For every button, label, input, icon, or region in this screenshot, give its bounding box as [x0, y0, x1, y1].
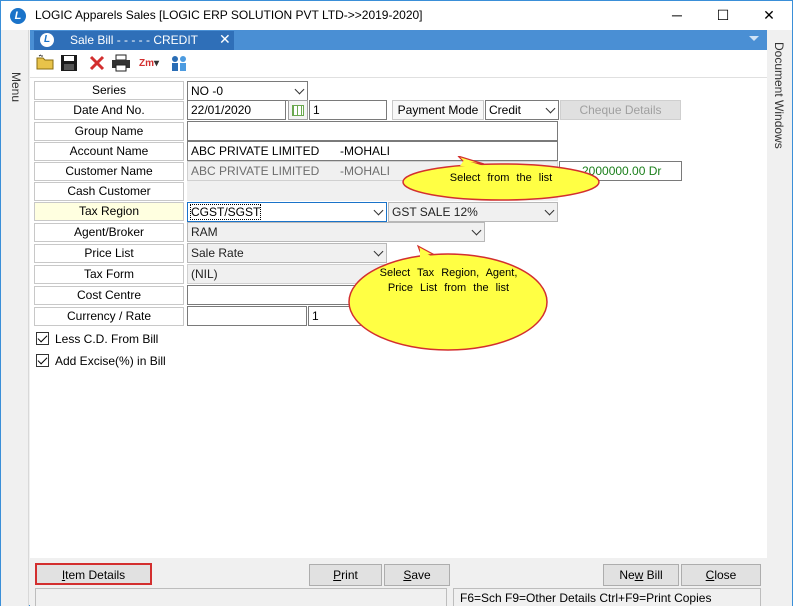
currency-input[interactable]	[187, 306, 307, 326]
account-name-label: Account Name	[34, 142, 184, 161]
bottom-bar: Item Details Print Save New Bill Close F…	[30, 558, 767, 606]
title-bar: L LOGIC Apparels Sales [LOGIC ERP SOLUTI…	[1, 1, 792, 30]
payment-mode-value: Credit	[489, 103, 522, 117]
payment-mode-select[interactable]: Credit	[485, 100, 559, 120]
tax-form-label: Tax Form	[34, 265, 184, 284]
rate-value: 1	[312, 309, 319, 323]
calendar-button[interactable]	[288, 100, 308, 120]
callout-select-tax	[348, 244, 548, 351]
checkmark-icon	[37, 354, 48, 365]
zoom-label: Zm	[138, 58, 154, 69]
status-left	[35, 588, 447, 606]
new-bill-label: New Bill	[619, 568, 663, 582]
close-label: Close	[705, 568, 737, 582]
zoom-icon[interactable]: Zm▾	[134, 54, 164, 74]
chevron-down-icon	[294, 84, 305, 95]
sale-bill-form: Series NO -0 Date And No. 22/01/2020 1 P…	[30, 78, 767, 558]
toolbar: Zm▾	[30, 50, 767, 78]
new-folder-icon[interactable]	[34, 54, 56, 74]
group-name-input[interactable]	[187, 121, 558, 141]
price-list-label: Price List	[34, 244, 184, 263]
less-cd-label: Less C.D. From Bill	[55, 332, 159, 346]
payment-mode-label: Payment Mode	[392, 100, 484, 120]
account-name-value: ABC PRIVATE LIMITED	[191, 144, 320, 158]
save-button[interactable]: Save	[384, 564, 450, 586]
item-details-button[interactable]: Item Details	[35, 563, 152, 585]
date-value: 22/01/2020	[191, 103, 252, 117]
new-bill-button[interactable]: New Bill	[603, 564, 679, 586]
group-name-label: Group Name	[34, 122, 184, 141]
tax-region-label: Tax Region	[34, 202, 184, 221]
print-icon[interactable]	[110, 54, 132, 74]
tax-form-value: (NIL)	[191, 267, 218, 281]
cost-centre-label: Cost Centre	[34, 286, 184, 305]
chevron-down-icon	[373, 205, 384, 216]
tab-strip-dropdown-icon[interactable]	[749, 36, 759, 41]
calendar-icon	[292, 105, 304, 116]
tax-type-select[interactable]: GST SALE 12%	[388, 202, 558, 222]
document-windows-rail[interactable]: Document Windows	[766, 30, 792, 606]
app-window: L LOGIC Apparels Sales [LOGIC ERP SOLUTI…	[0, 0, 793, 606]
series-select[interactable]: NO -0	[187, 81, 308, 101]
chevron-down-icon	[471, 225, 482, 236]
agent-broker-label: Agent/Broker	[34, 223, 184, 242]
tab-sale-bill-label: Sale Bill - - - - - CREDIT	[70, 33, 199, 47]
tab-logo-icon: L	[40, 33, 54, 47]
save-disk-icon[interactable]	[58, 54, 80, 74]
minimize-button[interactable]: ─	[654, 1, 700, 30]
users-icon[interactable]	[168, 54, 190, 74]
tax-region-select[interactable]: CGST/SGST	[187, 202, 387, 222]
window-title: LOGIC Apparels Sales [LOGIC ERP SOLUTION…	[35, 8, 423, 22]
agent-broker-value: RAM	[191, 225, 218, 239]
save-label: Save	[403, 568, 431, 582]
callout-select-list-text: Select from the list	[449, 172, 553, 184]
app-logo-icon: L	[10, 8, 26, 24]
customer-name-label: Customer Name	[34, 162, 184, 181]
account-city-value: -MOHALI	[340, 144, 391, 158]
date-input[interactable]: 22/01/2020	[187, 100, 286, 120]
document-tab-strip: L Sale Bill - - - - - CREDIT ✕	[30, 30, 767, 50]
cheque-details-button[interactable]: Cheque Details	[560, 100, 681, 120]
tab-sale-bill[interactable]: L Sale Bill - - - - - CREDIT ✕	[34, 31, 234, 50]
print-button[interactable]: Print	[309, 564, 382, 586]
bill-no-input[interactable]: 1	[309, 100, 387, 120]
tax-type-value: GST SALE 12%	[392, 205, 478, 219]
tab-close-icon[interactable]: ✕	[219, 31, 231, 48]
series-value: NO -0	[191, 84, 224, 98]
add-excise-label: Add Excise(%) in Bill	[55, 354, 166, 368]
close-window-button[interactable]: ✕	[746, 1, 792, 30]
chevron-down-icon	[545, 103, 556, 114]
status-hotkeys: F6=Sch F9=Other Details Ctrl+F9=Print Co…	[453, 588, 761, 606]
date-and-no-label: Date And No.	[34, 101, 184, 120]
delete-x-icon[interactable]	[86, 54, 108, 74]
customer-name-value: ABC PRIVATE LIMITED	[191, 164, 320, 178]
item-details-label: Item Details	[61, 568, 126, 582]
bill-no-value: 1	[313, 103, 320, 117]
chevron-down-icon	[544, 205, 555, 216]
currency-rate-label: Currency / Rate	[34, 307, 184, 326]
cash-customer-label: Cash Customer	[34, 182, 184, 201]
tax-region-value: CGST/SGST	[189, 204, 262, 220]
close-button[interactable]: Close	[681, 564, 761, 586]
less-cd-checkbox[interactable]	[36, 332, 49, 345]
menu-rail[interactable]: Menu	[1, 30, 29, 606]
callout-select-tax-text: Select Tax Region, Agent, Price List fro…	[379, 267, 518, 294]
menu-rail-label[interactable]: Menu	[9, 72, 23, 102]
maximize-button[interactable]: ☐	[700, 1, 746, 30]
price-list-value: Sale Rate	[191, 246, 244, 260]
add-excise-checkbox[interactable]	[36, 354, 49, 367]
checkmark-icon	[37, 332, 48, 343]
customer-city-value: -MOHALI	[340, 164, 391, 178]
document-windows-label[interactable]: Document Windows	[772, 42, 786, 149]
series-label: Series	[34, 81, 184, 100]
print-label: Print	[333, 568, 358, 582]
